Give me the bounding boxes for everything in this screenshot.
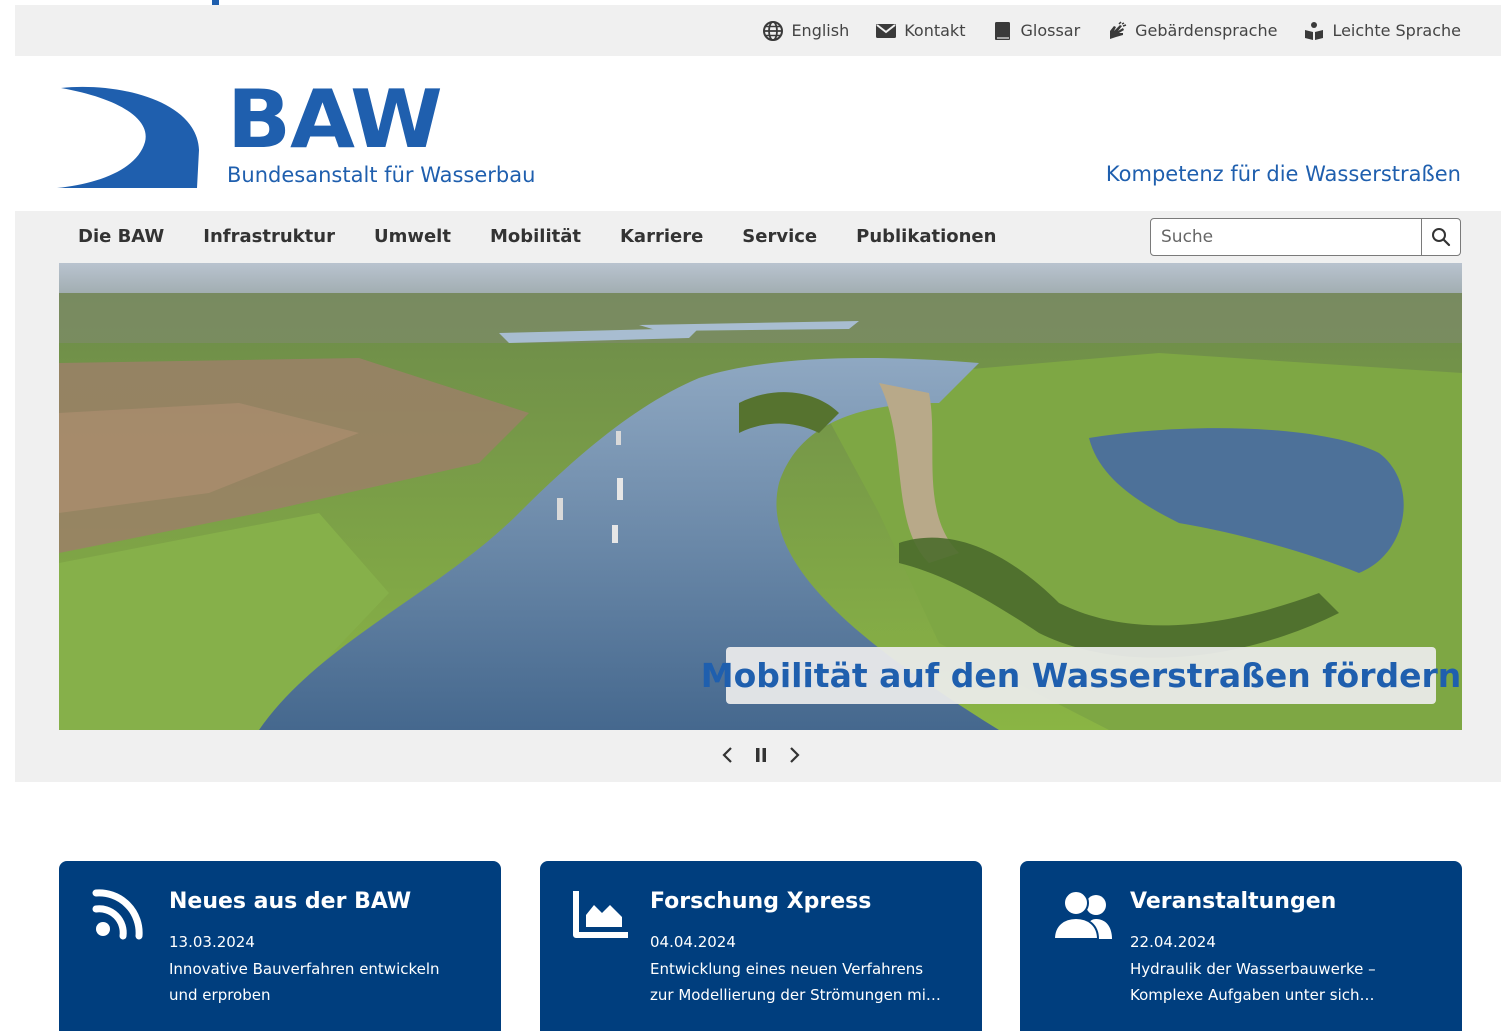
baw-wave-logo-icon xyxy=(57,86,199,188)
logo-subtitle: Bundesanstalt für Wasserbau xyxy=(227,163,536,187)
search-button[interactable] xyxy=(1421,219,1460,255)
envelope-icon xyxy=(876,23,897,38)
tagline: Kompetenz für die Wasserstraßen xyxy=(1105,162,1461,186)
rss-icon xyxy=(92,889,143,940)
nav-item-infrastruktur[interactable]: Infrastruktur xyxy=(203,226,335,248)
nav-item-publikationen[interactable]: Publikationen xyxy=(856,226,996,248)
search-input[interactable] xyxy=(1151,219,1421,255)
chevron-left-icon xyxy=(722,747,732,763)
search-icon xyxy=(1432,228,1451,247)
slider-controls xyxy=(717,741,805,769)
baw-logo[interactable]: BAW Bundesanstalt für Wasserbau xyxy=(57,75,577,195)
slider-pause-button[interactable] xyxy=(751,741,771,769)
service-link-kontakt[interactable]: Kontakt xyxy=(875,21,965,41)
service-links: English Kontakt Glossar Gebärdensprache … xyxy=(762,5,1461,56)
pause-icon xyxy=(756,748,766,762)
sign-language-icon xyxy=(1110,20,1127,39)
service-link-english[interactable]: English xyxy=(762,20,849,41)
hero-caption[interactable]: Mobilität auf den Wasserstraßen fördern xyxy=(701,647,1461,704)
nav-item-service[interactable]: Service xyxy=(742,226,817,248)
logo-title: BAW xyxy=(227,73,443,166)
service-link-glossar[interactable]: Glossar xyxy=(991,21,1080,41)
book-icon xyxy=(995,21,1011,40)
nav-item-umwelt[interactable]: Umwelt xyxy=(374,226,451,248)
slider-prev-button[interactable] xyxy=(717,741,737,769)
hero-slider[interactable]: Mobilität auf den Wasserstraßen fördern xyxy=(59,263,1462,730)
easy-language-icon xyxy=(1305,21,1324,40)
chevron-right-icon xyxy=(790,747,800,763)
service-link-leichte-sprache[interactable]: Leichte Sprache xyxy=(1303,21,1461,41)
area-chart-icon xyxy=(573,891,628,938)
search-box xyxy=(1150,218,1461,256)
nav-item-karriere[interactable]: Karriere xyxy=(620,226,703,248)
users-icon xyxy=(1052,890,1112,940)
main-nav: Die BAW Infrastruktur Umwelt Mobilität K… xyxy=(78,226,1035,248)
card-forschung-xpress[interactable]: Forschung Xpress 04.04.2024 Entwicklung … xyxy=(540,861,982,1031)
nav-item-die-baw[interactable]: Die BAW xyxy=(78,226,164,248)
service-link-gebaerdensprache[interactable]: Gebärdensprache xyxy=(1106,20,1277,41)
globe-icon xyxy=(763,20,784,41)
card-neues-aus-der-baw[interactable]: Neues aus der BAW 13.03.2024 Innovative … xyxy=(59,861,501,1031)
slider-next-button[interactable] xyxy=(785,741,805,769)
card-veranstaltungen[interactable]: Veranstaltungen 22.04.2024 Hydraulik der… xyxy=(1020,861,1462,1031)
nav-item-mobilitaet[interactable]: Mobilität xyxy=(490,226,581,248)
service-bar: English Kontakt Glossar Gebärdensprache … xyxy=(15,5,1501,56)
